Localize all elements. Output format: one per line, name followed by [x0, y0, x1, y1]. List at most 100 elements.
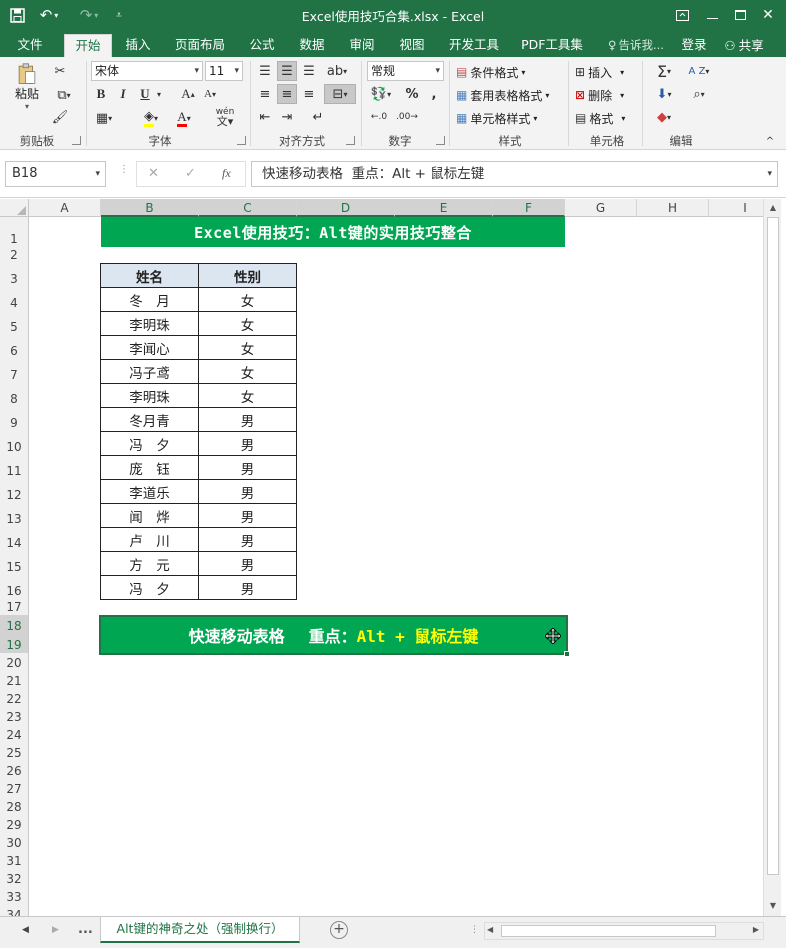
name-gender-table[interactable]: 姓名 性别 冬 月女李明珠女李闻心女冯子鸢女李明珠女冬月青男冯 夕男庞 钰男李道… [100, 263, 297, 600]
scroll-down-icon[interactable]: ▼ [766, 899, 780, 913]
tip-banner[interactable]: 快速移动表格 重点： Alt + 鼠标左键 [99, 615, 570, 657]
title-banner[interactable]: Excel使用技巧：Alt键的实用技巧整合 [101, 217, 565, 247]
gender-cell[interactable]: 男 [198, 479, 297, 504]
tab-split-handle[interactable]: ⋮ [470, 925, 479, 935]
row-header-33[interactable]: 33 [0, 887, 28, 905]
column-header-c[interactable]: C [199, 199, 297, 217]
gender-cell[interactable]: 男 [198, 551, 297, 576]
column-header-e[interactable]: E [395, 199, 493, 217]
row-header-24[interactable]: 24 [0, 725, 28, 743]
horizontal-scrollbar[interactable]: ◀ ▶ [484, 922, 764, 940]
row-header-27[interactable]: 27 [0, 779, 28, 797]
tab-data[interactable]: 数据 [292, 34, 332, 57]
merge-center-icon[interactable]: ⊟ ▾ [324, 84, 356, 104]
tab-insert[interactable]: 插入 [118, 34, 158, 57]
row-header-6[interactable]: 6 [0, 335, 28, 359]
name-cell[interactable]: 李道乐 [100, 479, 199, 504]
underline-button[interactable]: U [135, 84, 155, 104]
row-header-1[interactable]: 1 [0, 217, 28, 247]
gender-cell[interactable]: 男 [198, 527, 297, 552]
number-format-select[interactable]: 常规 ▾ [367, 61, 444, 81]
row-header-8[interactable]: 8 [0, 383, 28, 407]
row-header-14[interactable]: 14 [0, 527, 28, 551]
name-cell[interactable]: 李明珠 [100, 383, 199, 408]
gender-cell[interactable]: 女 [198, 287, 297, 312]
close-icon[interactable]: ✕ [753, 3, 783, 27]
row-header-19[interactable]: 19 [0, 634, 28, 653]
wrap-text-icon[interactable]: ↵ [308, 107, 328, 127]
conditional-format-button[interactable]: ▤ 条件格式 ▾ [456, 62, 525, 82]
maximize-icon[interactable] [725, 3, 755, 27]
collapse-ribbon-icon[interactable]: ^ [762, 131, 778, 151]
font-size-select[interactable]: 11 ▾ [205, 61, 243, 81]
grow-font-button[interactable]: A ▴ [178, 84, 198, 104]
tab-home[interactable]: 开始 [64, 34, 112, 57]
font-launcher-icon[interactable] [237, 136, 246, 145]
more-sheets-button[interactable]: ... [78, 922, 93, 937]
format-cells-button[interactable]: ▤ 格式 ▾ [575, 108, 625, 128]
row-header-31[interactable]: 31 [0, 851, 28, 869]
tab-review[interactable]: 审阅 [342, 34, 382, 57]
horizontal-scroll-thumb[interactable] [501, 925, 716, 937]
borders-icon[interactable]: ▦ ▾ [91, 108, 117, 128]
number-launcher-icon[interactable] [436, 136, 445, 145]
gender-cell[interactable]: 女 [198, 311, 297, 336]
column-header-b[interactable]: B [101, 199, 199, 217]
row-header-34[interactable]: 34 [0, 905, 28, 916]
gender-cell[interactable]: 男 [198, 431, 297, 456]
font-color-button[interactable]: A ▾ [170, 108, 198, 128]
header-cell-gender[interactable]: 性别 [198, 263, 297, 288]
row-header-2[interactable]: 2 [0, 247, 28, 263]
tell-me-box[interactable]: ♀ 告诉我... [602, 34, 670, 57]
gender-cell[interactable]: 男 [198, 455, 297, 480]
share-button[interactable]: ⚇ 共享 [716, 34, 772, 57]
currency-icon[interactable]: 💱 ▾ [367, 84, 395, 104]
row-header-10[interactable]: 10 [0, 431, 28, 455]
scroll-right-icon[interactable]: ▶ [753, 925, 759, 934]
name-cell[interactable]: 冬 月 [100, 287, 199, 312]
ribbon-display-icon[interactable] [667, 3, 697, 27]
column-header-a[interactable]: A [29, 199, 101, 217]
name-cell[interactable]: 庞 钰 [100, 455, 199, 480]
cancel-icon[interactable]: ✕ [148, 166, 159, 181]
row-header-16[interactable]: 16 [0, 575, 28, 599]
cut-icon[interactable]: ✂ [50, 61, 70, 81]
row-header-5[interactable]: 5 [0, 311, 28, 335]
tab-page-layout[interactable]: 页面布局 [168, 34, 232, 57]
row-header-22[interactable]: 22 [0, 689, 28, 707]
gender-cell[interactable]: 女 [198, 335, 297, 360]
paste-button[interactable]: 粘贴 ▾ [12, 63, 42, 111]
tab-pdf-tools[interactable]: PDF工具集 [516, 34, 588, 57]
row-header-18[interactable]: 18 [0, 615, 28, 634]
find-select-icon[interactable]: ⌕ ▾ [684, 84, 714, 104]
phonetic-guide-button[interactable]: wén 文▾ [212, 107, 238, 128]
tab-file[interactable]: 文件 [8, 34, 52, 57]
column-header-g[interactable]: G [565, 199, 637, 217]
enter-icon[interactable]: ✓ [185, 166, 196, 181]
formula-input[interactable]: 快速移动表格 重点：Alt + 鼠标左键 ▾ [251, 161, 778, 187]
fill-color-button[interactable]: ◈ ▾ [137, 108, 165, 128]
font-name-select[interactable]: 宋体 ▾ [91, 61, 203, 81]
bold-button[interactable]: B [91, 84, 111, 104]
tab-developer[interactable]: 开发工具 [442, 34, 506, 57]
insert-function-icon[interactable]: fx [222, 166, 231, 181]
insert-cells-button[interactable]: ⊞ 插入 ▾ [575, 62, 624, 82]
align-top-icon[interactable]: ☰ [255, 61, 275, 81]
row-header-21[interactable]: 21 [0, 671, 28, 689]
name-cell[interactable]: 方 元 [100, 551, 199, 576]
scroll-up-icon[interactable]: ▲ [766, 201, 780, 215]
clipboard-launcher-icon[interactable] [72, 136, 81, 145]
vertical-scrollbar[interactable]: ▲ ▼ [763, 199, 781, 916]
sort-filter-icon[interactable]: A Z ▾ [684, 61, 714, 81]
gender-cell[interactable]: 女 [198, 383, 297, 408]
tab-formulas[interactable]: 公式 [242, 34, 282, 57]
name-box[interactable]: B18 ▾ [5, 161, 106, 187]
alignment-launcher-icon[interactable] [346, 136, 355, 145]
column-header-f[interactable]: F [493, 199, 565, 217]
decrease-decimal-icon[interactable]: .00→ [395, 107, 419, 127]
clear-icon[interactable]: ◆ ▾ [649, 107, 679, 127]
cell-styles-button[interactable]: ▦ 单元格样式 ▾ [456, 108, 537, 128]
scroll-left-icon[interactable]: ◀ [487, 925, 493, 934]
name-cell[interactable]: 冯子鸢 [100, 359, 199, 384]
increase-decimal-icon[interactable]: ←.0 [367, 107, 391, 127]
